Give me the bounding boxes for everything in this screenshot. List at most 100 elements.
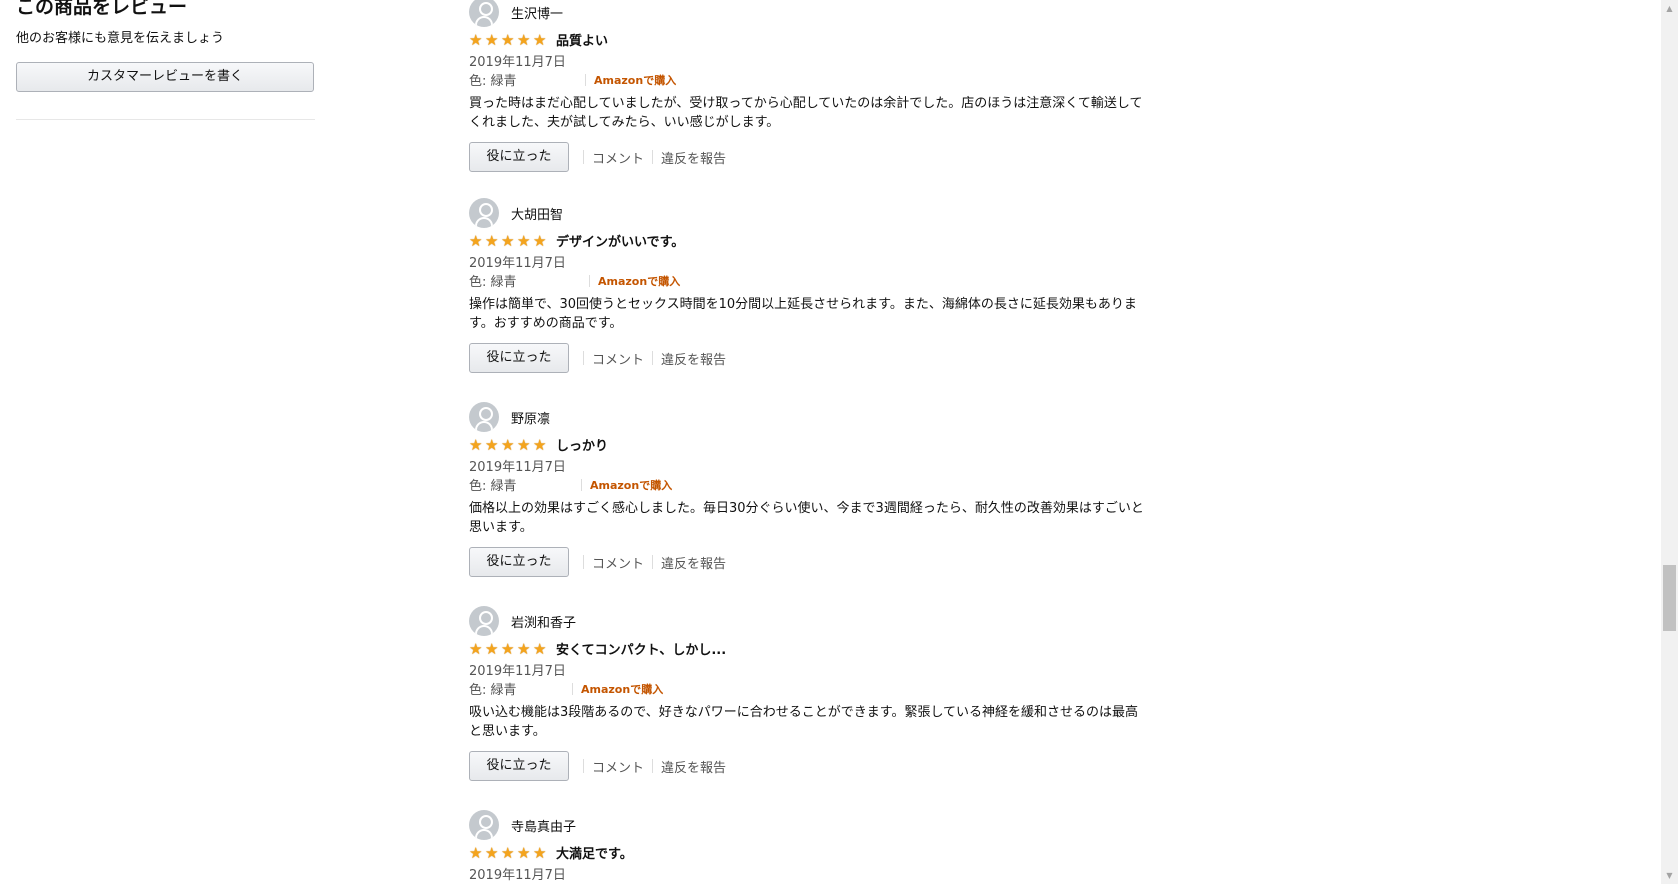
star-rating[interactable]: ★ ★ ★ ★ ★ (469, 32, 549, 48)
star-icon: ★ (485, 843, 499, 862)
star-icon: ★ (501, 231, 515, 250)
review-panel-subtext: 他のお客様にも意見を伝えましょう (16, 31, 225, 46)
report-abuse-link[interactable]: 違反を報告 (661, 553, 726, 572)
star-icon: ★ (517, 435, 531, 454)
comment-link[interactable]: コメント (592, 349, 644, 368)
star-icon: ★ (469, 231, 483, 250)
star-icon: ★ (501, 639, 515, 658)
separator (652, 555, 654, 569)
review-date: 2019年11月7日 (469, 664, 566, 679)
review-date: 2019年11月7日 (469, 868, 566, 883)
separator (583, 555, 584, 569)
reviewer-name: 野原凛 (511, 411, 551, 427)
star-icon: ★ (469, 843, 483, 862)
review-title[interactable]: 品質よい (556, 30, 608, 49)
star-icon: ★ (501, 843, 515, 862)
reviewer-profile[interactable]: 生沢博一 (469, 0, 563, 27)
helpful-button[interactable]: 役に立った (469, 547, 569, 577)
star-icon: ★ (533, 231, 547, 250)
review-item: 生沢博一 ★ ★ ★ ★ ★ 品質よい 2019年11月7日 色: 緑青 Amazonで… (469, 0, 1149, 201)
star-icon: ★ (485, 435, 499, 454)
review-item: 岩渕和香子 ★ ★ ★ ★ ★ 安くてコンパクト、しかし... 2019年11月7日 色… (469, 606, 1149, 810)
separator (652, 759, 654, 773)
reviewer-profile[interactable]: 寺島真由子 (469, 810, 576, 840)
scroll-up-arrow-icon[interactable]: ▲ (1661, 0, 1678, 17)
review-body: 価格以上の効果はすごく感心しました。毎日30分ぐらい使い、今まで3週間経ったら、… (469, 501, 1144, 535)
reviewer-name: 大胡田智 (511, 207, 564, 223)
reviewer-profile[interactable]: 野原凛 (469, 402, 550, 432)
verified-purchase-badge: Amazonで購入 (594, 73, 677, 87)
avatar-icon (469, 198, 499, 228)
helpful-button[interactable]: 役に立った (469, 343, 569, 373)
separator (572, 682, 573, 695)
separator (583, 150, 584, 164)
verified-purchase-badge: Amazonで購入 (581, 682, 664, 696)
star-rating[interactable]: ★ ★ ★ ★ ★ (469, 641, 549, 657)
separator (652, 150, 654, 164)
separator (583, 351, 584, 365)
star-icon: ★ (469, 30, 483, 49)
separator (589, 274, 590, 287)
separator (583, 759, 584, 773)
review-panel-heading: この商品をレビュー (16, 0, 188, 18)
verified-purchase-badge: Amazonで購入 (590, 478, 673, 492)
review-item: 大胡田智 ★ ★ ★ ★ ★ デザインがいいです。 2019年11月7日 色: 緑青 A… (469, 198, 1149, 402)
star-icon: ★ (501, 30, 515, 49)
star-icon: ★ (533, 639, 547, 658)
product-variant[interactable]: 色: 緑青 (469, 679, 564, 698)
scroll-down-arrow-icon[interactable]: ▼ (1661, 867, 1678, 884)
star-rating[interactable]: ★ ★ ★ ★ ★ (469, 233, 549, 249)
review-body: 操作は簡単で、30回使うとセックス時間を10分間以上延長させられます。また、海綿… (469, 297, 1137, 331)
report-abuse-link[interactable]: 違反を報告 (661, 148, 726, 167)
helpful-button[interactable]: 役に立った (469, 142, 569, 172)
review-date: 2019年11月7日 (469, 460, 566, 475)
helpful-button[interactable]: 役に立った (469, 751, 569, 781)
product-variant[interactable]: 色: 緑青 (469, 271, 581, 290)
reviewer-name: 生沢博一 (511, 6, 564, 22)
reviewer-name: 岩渕和香子 (511, 615, 577, 631)
star-icon: ★ (517, 30, 531, 49)
avatar-icon (469, 402, 499, 432)
star-icon: ★ (533, 30, 547, 49)
review-title[interactable]: 大満足です。 (556, 843, 633, 862)
star-icon: ★ (533, 435, 547, 454)
star-rating[interactable]: ★ ★ ★ ★ ★ (469, 845, 549, 861)
reviewer-profile[interactable]: 大胡田智 (469, 198, 563, 228)
comment-link[interactable]: コメント (592, 757, 644, 776)
comment-link[interactable]: コメント (592, 553, 644, 572)
product-variant[interactable]: 色: 緑青 (469, 475, 573, 494)
star-icon: ★ (501, 435, 515, 454)
product-variant[interactable]: 色: 緑青 (469, 70, 577, 89)
star-icon: ★ (485, 231, 499, 250)
report-abuse-link[interactable]: 違反を報告 (661, 349, 726, 368)
separator (581, 478, 582, 491)
review-date: 2019年11月7日 (469, 55, 566, 70)
star-icon: ★ (469, 639, 483, 658)
reviewer-profile[interactable]: 岩渕和香子 (469, 606, 576, 636)
review-title[interactable]: 安くてコンパクト、しかし... (556, 639, 726, 658)
avatar-icon (469, 0, 499, 27)
avatar-icon (469, 606, 499, 636)
verified-purchase-badge: Amazonで購入 (598, 274, 681, 288)
comment-link[interactable]: コメント (592, 148, 644, 167)
review-body: 吸い込む機能は3段階あるので、好きなパワーに合わせることができます。緊張している… (469, 705, 1139, 739)
review-date: 2019年11月7日 (469, 256, 566, 271)
star-icon: ★ (517, 639, 531, 658)
star-icon: ★ (517, 231, 531, 250)
review-title[interactable]: しっかり (556, 435, 608, 454)
scrollbar-thumb[interactable] (1663, 565, 1676, 631)
vertical-scrollbar[interactable]: ▲ ▼ (1661, 0, 1678, 884)
avatar-icon (469, 810, 499, 840)
separator (652, 351, 654, 365)
star-icon: ★ (485, 639, 499, 658)
review-title[interactable]: デザインがいいです。 (556, 231, 684, 250)
star-icon: ★ (469, 435, 483, 454)
write-review-button[interactable]: カスタマーレビューを書く (16, 62, 314, 92)
separator (585, 73, 586, 86)
review-item: 野原凛 ★ ★ ★ ★ ★ しっかり 2019年11月7日 色: 緑青 Amazonで購… (469, 402, 1149, 606)
report-abuse-link[interactable]: 違反を報告 (661, 757, 726, 776)
review-item: 寺島真由子 ★ ★ ★ ★ ★ 大満足です。 2019年11月7日 (469, 810, 1149, 884)
star-rating[interactable]: ★ ★ ★ ★ ★ (469, 437, 549, 453)
star-icon: ★ (533, 843, 547, 862)
reviewer-name: 寺島真由子 (511, 819, 577, 835)
